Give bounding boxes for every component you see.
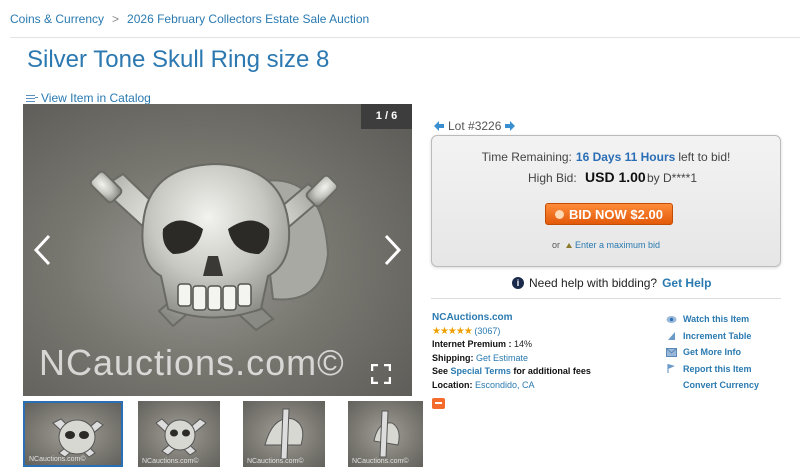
time-remaining-tail: left to bid! — [678, 150, 731, 164]
bid-now-button[interactable]: BID NOW $2.00 — [545, 203, 673, 225]
section-divider — [431, 298, 781, 299]
bid-panel: Time Remaining: 16 Days 11 Hours left to b… — [431, 135, 781, 267]
item-actions: Watch this Item Increment Table Get More… — [666, 311, 759, 394]
convert-currency-label: Convert Currency — [683, 380, 760, 390]
thumbnail-watermark: NCauctions.com© — [352, 458, 409, 465]
bidding-help: i Need help with bidding? Get Help — [512, 276, 711, 290]
enter-max-bid-link[interactable]: Enter a maximum bid — [575, 240, 660, 250]
seller-badge-icon — [432, 398, 445, 409]
breadcrumb-coins-currency[interactable]: Coins & Currency — [10, 12, 104, 26]
thumbnail-strip: NCauctions.com© NCauctions.com© NCauctio… — [23, 401, 423, 467]
rating-stars: ★★★★★ — [432, 325, 473, 337]
previous-lot-arrow-icon[interactable] — [434, 121, 444, 131]
thumbnail-watermark: NCauctions.com© — [29, 456, 86, 463]
internet-premium-value: 14% — [514, 339, 533, 349]
fullscreen-icon[interactable] — [371, 364, 391, 384]
arrow-up-icon — [565, 243, 572, 248]
thumbnail-1[interactable]: NCauctions.com© — [23, 401, 123, 467]
photo-counter: 1 / 6 — [361, 104, 412, 129]
breadcrumb-separator: > — [112, 12, 120, 26]
location-label: Location: — [432, 379, 473, 390]
thumbnail-4[interactable]: NCauctions.com© — [348, 401, 423, 467]
seller-name-link[interactable]: NCAuctions.com — [432, 312, 513, 323]
increment-table-label: Increment Table — [683, 330, 752, 341]
lot-navigation: Lot #3226 — [434, 119, 516, 133]
seller-info: NCAuctions.com ★★★★★ (3067) Internet Pre… — [432, 311, 591, 414]
thumbnail-watermark: NCauctions.com© — [247, 458, 304, 465]
eye-icon — [666, 315, 677, 323]
increment-table-link[interactable]: Increment Table — [666, 328, 759, 345]
bid-now-label: BID NOW $2.00 — [569, 206, 663, 222]
high-bid-value: USD 1.00 — [585, 169, 646, 185]
see-text: See — [432, 366, 449, 376]
main-item-photo[interactable]: 1 / 6 NCauctions.com© — [23, 104, 412, 396]
currency-spacer — [666, 381, 677, 390]
breadcrumb: Coins & Currency >2026 February Collector… — [10, 12, 369, 26]
convert-currency-link[interactable]: Convert Currency — [666, 377, 759, 394]
or-text: or — [551, 240, 560, 250]
header-divider — [10, 37, 800, 38]
shipping-label: Shipping: — [432, 352, 474, 363]
additional-fees-text: for additional fees — [513, 366, 591, 376]
watch-item-link[interactable]: Watch this Item — [666, 311, 759, 328]
thumbnail-2[interactable]: NCauctions.com© — [138, 401, 220, 467]
report-item-link[interactable]: Report this Item — [666, 361, 759, 378]
breadcrumb-auction[interactable]: 2026 February Collectors Estate Sale Auc… — [127, 12, 369, 26]
internet-premium-label: Internet Premium : — [432, 339, 512, 349]
photo-watermark: NCauctions.com© — [39, 342, 345, 383]
next-photo-chevron-icon[interactable] — [380, 232, 404, 268]
time-remaining-label: Time Remaining: — [481, 150, 572, 164]
high-bidder: by D****1 — [647, 171, 698, 185]
info-icon: i — [512, 277, 524, 289]
help-text: Need help with bidding? — [529, 276, 658, 290]
review-count-link[interactable]: (3067) — [474, 326, 500, 336]
chart-icon — [668, 332, 675, 341]
list-icon — [26, 94, 38, 103]
get-more-info-link[interactable]: Get More Info — [666, 344, 759, 361]
high-bid-label: High Bid: — [528, 171, 577, 185]
lot-number: Lot #3226 — [448, 119, 502, 133]
view-in-catalog-link[interactable]: View Item in Catalog — [26, 91, 151, 105]
envelope-icon — [666, 347, 677, 357]
special-terms-link[interactable]: Special Terms — [451, 366, 511, 376]
view-in-catalog-label: View Item in Catalog — [41, 91, 151, 105]
location-value: Escondido, CA — [475, 379, 535, 390]
watch-item-label: Watch this Item — [683, 314, 750, 324]
page-title: Silver Tone Skull Ring size 8 — [27, 46, 330, 73]
report-item-label: Report this Item — [683, 363, 752, 374]
thumbnail-watermark: NCauctions.com© — [142, 458, 199, 465]
max-bid-row: or Enter a maximum bid — [432, 240, 780, 250]
time-remaining-row: Time Remaining: 16 Days 11 Hours left to b… — [432, 150, 780, 164]
flag-icon — [667, 364, 675, 374]
get-help-link[interactable]: Get Help — [662, 276, 711, 290]
previous-photo-chevron-icon[interactable] — [31, 232, 55, 268]
get-more-info-label: Get More Info — [683, 347, 741, 357]
time-remaining-value: 16 Days 11 Hours — [575, 150, 676, 164]
shipping-estimate-link[interactable]: Get Estimate — [476, 353, 528, 363]
next-lot-arrow-icon[interactable] — [505, 121, 516, 131]
thumbnail-3[interactable]: NCauctions.com© — [243, 401, 325, 467]
gavel-icon — [555, 209, 565, 219]
